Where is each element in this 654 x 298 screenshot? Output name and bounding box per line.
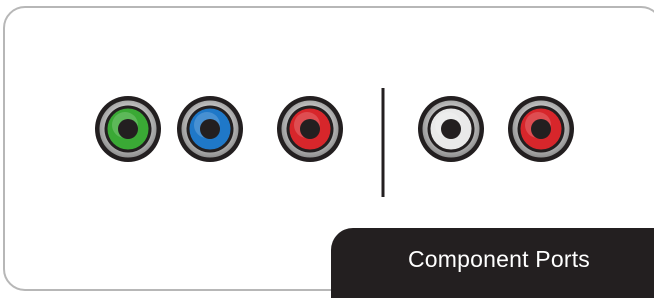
component-ports-graphic: Component Ports (0, 0, 654, 298)
port-green-jack (95, 96, 161, 162)
ports-group (95, 96, 574, 162)
port-green-center-hole (118, 119, 138, 139)
port-red-1-center-hole (300, 119, 320, 139)
component-ports-label: Component Ports (408, 246, 590, 272)
port-red-1-jack (277, 96, 343, 162)
port-white-jack (418, 96, 484, 162)
port-blue-center-hole (200, 119, 220, 139)
port-red-2-jack (508, 96, 574, 162)
port-white-center-hole (441, 119, 461, 139)
port-red-2-center-hole (531, 119, 551, 139)
port-blue-jack (177, 96, 243, 162)
